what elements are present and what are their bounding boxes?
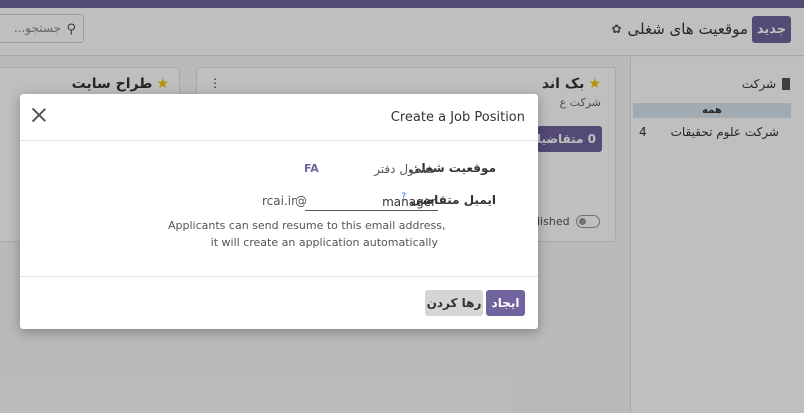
- create-button[interactable]: ایجاد: [486, 290, 525, 316]
- email-alias-input[interactable]: [305, 193, 438, 211]
- discard-button[interactable]: رها کردن: [425, 290, 483, 316]
- dialog-footer: ایجاد رها کردن: [20, 276, 538, 329]
- close-icon[interactable]: [31, 107, 47, 123]
- create-job-dialog: Create a Job Position موقعیت شغلی مسئول …: [20, 94, 538, 329]
- language-button[interactable]: FA: [304, 162, 319, 175]
- help-text-line: it will create an application automatica…: [210, 236, 438, 249]
- help-text-line: Applicants can send resume to this email…: [168, 219, 446, 232]
- email-help-text: Applicants can send resume to this email…: [168, 217, 446, 251]
- at-sign: @: [295, 194, 307, 208]
- email-domain: rcai.ir: [262, 194, 297, 208]
- dialog-title: Create a Job Position: [390, 110, 525, 125]
- dialog-header: Create a Job Position: [20, 94, 538, 141]
- job-position-input[interactable]: مسئول دفتر: [315, 162, 435, 176]
